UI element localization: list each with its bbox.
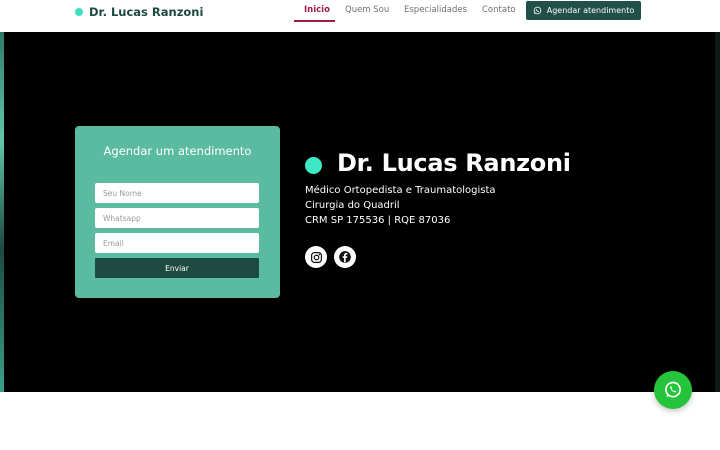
whatsapp-floating-button[interactable] xyxy=(654,371,692,409)
instagram-icon xyxy=(310,251,322,263)
schedule-appointment-button[interactable]: Agendar atendimento xyxy=(526,1,641,20)
active-nav-indicator xyxy=(294,20,335,22)
brand-dot-icon xyxy=(75,8,83,16)
whatsapp-icon xyxy=(533,6,542,15)
nav-link-contato[interactable]: Contato xyxy=(482,5,516,15)
schedule-appointment-label: Agendar atendimento xyxy=(546,6,635,15)
subspecialty-text: Cirurgia do Quadril xyxy=(305,200,400,211)
top-navigation-bar: Dr. Lucas Ranzoni Inicio Quem Sou Especi… xyxy=(0,0,720,32)
nav-link-inicio[interactable]: Inicio xyxy=(304,5,330,15)
nav-link-especialidades[interactable]: Especialidades xyxy=(404,5,467,15)
email-input[interactable] xyxy=(95,233,259,253)
facebook-icon xyxy=(339,251,351,263)
name-input[interactable] xyxy=(95,183,259,203)
registration-text: CRM SP 175536 | RQE 87036 xyxy=(305,215,451,226)
specialty-text: Médico Ortopedista e Traumatologista xyxy=(305,185,496,196)
right-edge-decoration xyxy=(715,32,720,392)
nav-link-quem-sou[interactable]: Quem Sou xyxy=(345,5,389,15)
facebook-link[interactable] xyxy=(334,246,356,268)
form-title: Agendar um atendimento xyxy=(103,144,252,158)
doctor-name-heading: Dr. Lucas Ranzoni xyxy=(337,149,571,177)
appointment-form: Agendar um atendimento Enviar xyxy=(75,126,280,298)
whatsapp-icon xyxy=(665,381,681,398)
instagram-link[interactable] xyxy=(305,246,327,268)
whatsapp-input[interactable] xyxy=(95,208,259,228)
brand-name: Dr. Lucas Ranzoni xyxy=(89,5,204,19)
brand-logo[interactable]: Dr. Lucas Ranzoni xyxy=(75,4,203,20)
submit-button[interactable]: Enviar xyxy=(95,258,259,278)
hero-accent-dot-icon xyxy=(305,157,322,174)
